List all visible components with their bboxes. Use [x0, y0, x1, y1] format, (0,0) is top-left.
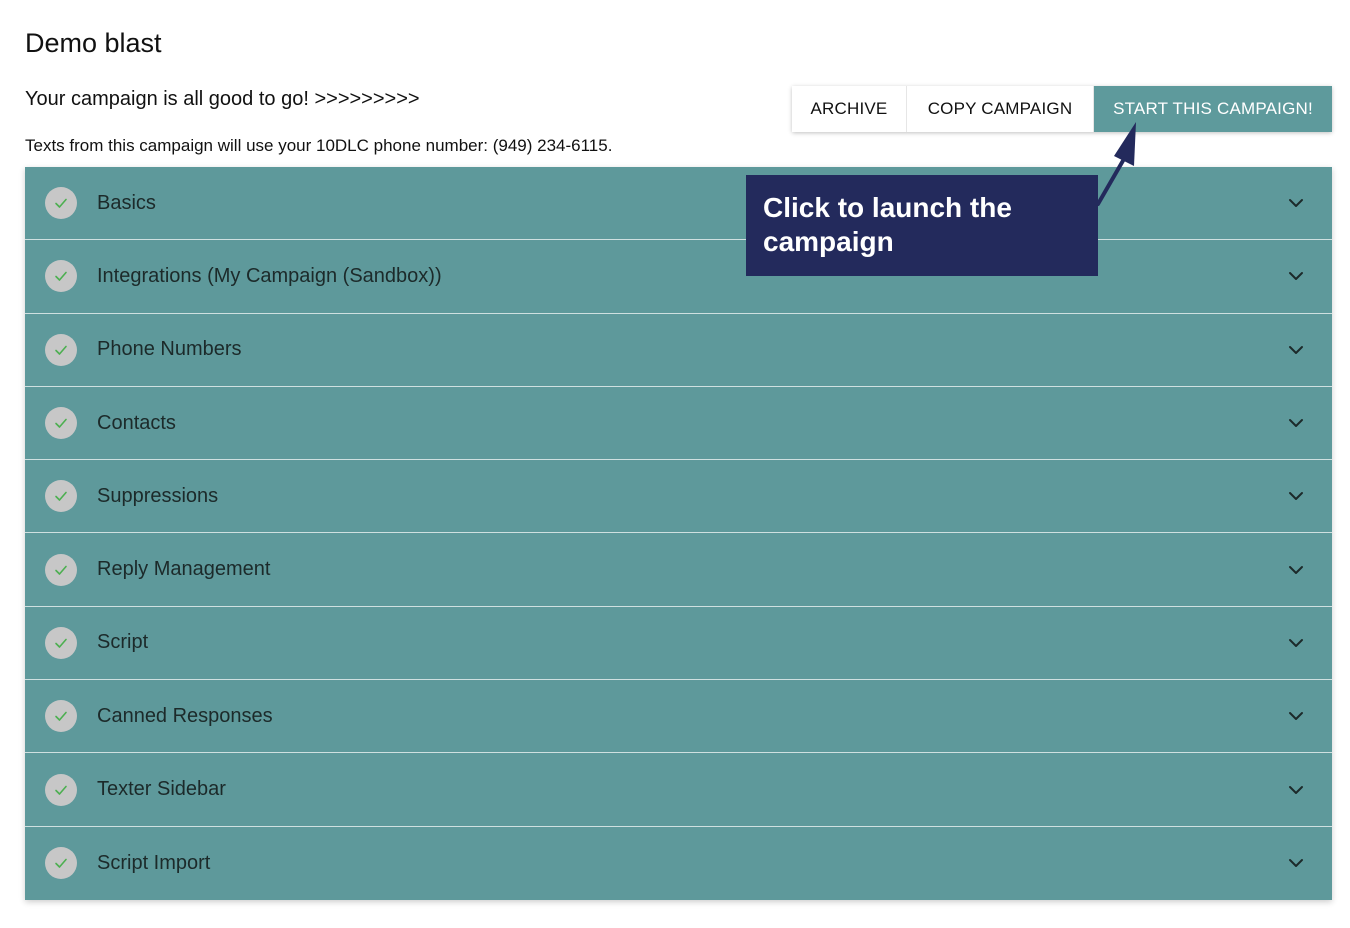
check-icon — [45, 407, 77, 440]
section-label: Texter Sidebar — [97, 778, 226, 801]
chevron-down-icon[interactable] — [1286, 853, 1306, 873]
check-icon — [45, 553, 77, 586]
campaign-sections: Basics Integrations (My Campaign (Sandbo… — [25, 167, 1332, 900]
section-texter-sidebar[interactable]: Texter Sidebar — [25, 753, 1332, 827]
chevron-down-icon[interactable] — [1286, 560, 1306, 580]
section-label: Suppressions — [97, 484, 219, 507]
campaign-page: Demo blast Your campaign is all good to … — [0, 0, 1350, 928]
check-icon — [45, 847, 77, 880]
check-icon — [45, 480, 77, 513]
phone-number-note: Texts from this campaign will use your 1… — [25, 136, 613, 155]
check-icon — [45, 773, 77, 806]
section-reply-management[interactable]: Reply Management — [25, 533, 1332, 607]
campaign-status: Your campaign is all good to go! >>>>>>>… — [25, 88, 420, 110]
section-label: Phone Numbers — [97, 338, 242, 361]
chevron-down-icon[interactable] — [1286, 340, 1306, 360]
chevron-down-icon[interactable] — [1286, 193, 1306, 213]
section-suppressions[interactable]: Suppressions — [25, 460, 1332, 534]
archive-button[interactable]: ARCHIVE — [792, 86, 907, 132]
section-label: Script — [97, 631, 149, 654]
section-label: Script Import — [97, 851, 211, 874]
chevron-down-icon[interactable] — [1286, 486, 1306, 506]
check-icon — [45, 260, 77, 293]
section-integrations[interactable]: Integrations (My Campaign (Sandbox)) — [25, 240, 1332, 314]
section-label: Integrations (My Campaign (Sandbox)) — [97, 264, 442, 287]
check-icon — [45, 187, 77, 220]
pointer-arrow-icon — [1096, 122, 1136, 206]
section-script-import[interactable]: Script Import — [25, 826, 1332, 900]
chevron-down-icon[interactable] — [1286, 413, 1306, 433]
section-label: Contacts — [97, 411, 176, 434]
campaign-actions: ARCHIVE COPY CAMPAIGN START THIS CAMPAIG… — [792, 86, 1332, 132]
tooltip-callout: Click to launch the campaign — [746, 175, 1098, 276]
section-phone-numbers[interactable]: Phone Numbers — [25, 313, 1332, 387]
chevron-down-icon[interactable] — [1286, 706, 1306, 726]
section-canned-responses[interactable]: Canned Responses — [25, 680, 1332, 754]
chevron-down-icon[interactable] — [1286, 266, 1306, 286]
check-icon — [45, 333, 77, 366]
section-contacts[interactable]: Contacts — [25, 386, 1332, 461]
chevron-down-icon[interactable] — [1286, 780, 1306, 800]
check-icon — [45, 700, 77, 733]
section-label: Reply Management — [97, 558, 271, 581]
section-script[interactable]: Script — [25, 606, 1332, 681]
section-label: Canned Responses — [97, 704, 273, 727]
chevron-down-icon[interactable] — [1286, 633, 1306, 653]
copy-campaign-button[interactable]: COPY CAMPAIGN — [907, 86, 1094, 132]
section-label: Basics — [97, 191, 156, 214]
check-icon — [45, 626, 77, 659]
page-title: Demo blast — [25, 28, 162, 58]
